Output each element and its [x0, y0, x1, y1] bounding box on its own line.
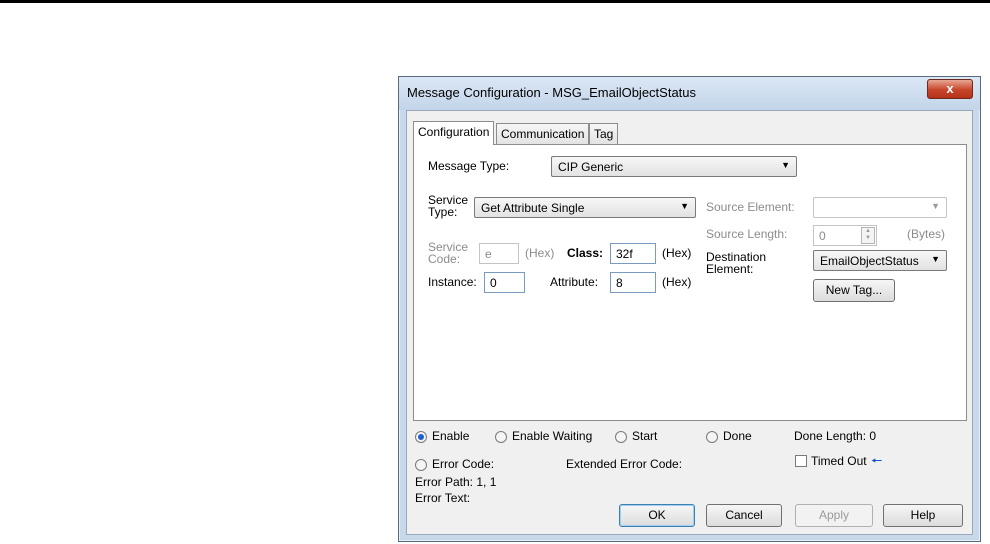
configuration-panel: Message Type: CIP Generic ▼ Service Type…	[413, 144, 967, 421]
service-type-label-line2: Type:	[428, 205, 458, 219]
tab-tag[interactable]: Tag	[589, 123, 619, 144]
enable-waiting-label: Enable Waiting	[512, 429, 593, 443]
instance-value: 0	[490, 276, 497, 290]
error-path: Error Path: 1, 1	[415, 475, 497, 489]
service-code-input[interactable]: e	[479, 243, 519, 264]
page-top-rule	[0, 0, 990, 3]
destination-label-line2: Element:	[706, 262, 754, 276]
attribute-input[interactable]: 8	[610, 272, 656, 293]
done-label: Done	[723, 429, 752, 443]
window-title: Message Configuration - MSG_EmailObjectS…	[407, 85, 697, 100]
close-icon: x	[946, 81, 954, 96]
instance-label: Instance:	[428, 275, 477, 289]
attribute-label: Attribute:	[550, 275, 599, 289]
service-type-value: Get Attribute Single	[481, 201, 585, 215]
service-type-label: Service Type:	[428, 194, 468, 218]
service-code-value: e	[485, 247, 492, 261]
error-text-label: Error Text:	[415, 491, 471, 505]
chevron-down-icon: ▼	[781, 160, 790, 170]
start-label: Start	[632, 429, 658, 443]
class-hex-unit: (Hex)	[662, 246, 692, 260]
tab-configuration-label: Configuration	[418, 125, 490, 139]
new-tag-button[interactable]: New Tag...	[813, 279, 895, 302]
timed-out-checkbox[interactable]	[795, 455, 807, 467]
instance-input[interactable]: 0	[484, 272, 525, 293]
error-code-indicator	[415, 459, 427, 471]
source-length-input[interactable]: 0 ▲ ▼	[813, 225, 877, 246]
service-type-select[interactable]: Get Attribute Single ▼	[474, 197, 696, 218]
timed-out-label: Timed Out	[811, 454, 867, 468]
source-length-value: 0	[819, 229, 826, 243]
service-code-label-line2: Code:	[428, 252, 461, 266]
class-value: 32f	[616, 247, 633, 261]
apply-button[interactable]: Apply	[795, 504, 873, 527]
done-indicator	[706, 431, 718, 443]
source-length-label: Source Length:	[706, 227, 788, 241]
message-type-value: CIP Generic	[558, 160, 624, 174]
tab-configuration[interactable]: Configuration	[413, 121, 495, 145]
spinner-arrows-icon[interactable]: ▲ ▼	[861, 227, 875, 244]
destination-element-select[interactable]: EmailObjectStatus ▼	[813, 250, 947, 271]
title-bar[interactable]: Message Configuration - MSG_EmailObjectS…	[399, 77, 980, 110]
tab-communication[interactable]: Communication	[496, 123, 590, 144]
class-input[interactable]: 32f	[610, 243, 656, 264]
chevron-down-icon: ▼	[680, 201, 689, 211]
extended-error-code-label: Extended Error Code:	[566, 457, 683, 471]
enable-label: Enable	[432, 429, 470, 443]
chevron-down-icon: ▼	[931, 254, 940, 264]
enable-indicator	[415, 431, 427, 443]
ok-button[interactable]: OK	[619, 504, 695, 527]
source-element-select[interactable]: ▼	[813, 197, 947, 218]
message-configuration-dialog: Message Configuration - MSG_EmailObjectS…	[398, 76, 981, 542]
chevron-down-icon: ▼	[931, 201, 940, 211]
service-code-label: Service Code:	[428, 241, 468, 265]
attribute-value: 8	[616, 276, 623, 290]
cancel-button[interactable]: Cancel	[706, 504, 782, 527]
tab-tag-label: Tag	[594, 127, 614, 141]
bytes-unit: (Bytes)	[907, 227, 946, 241]
destination-element-label: Destination Element:	[706, 251, 766, 275]
service-code-hex-unit: (Hex)	[525, 246, 555, 260]
enable-waiting-indicator	[495, 431, 507, 443]
source-element-label: Source Element:	[706, 200, 795, 214]
close-button[interactable]: x	[927, 79, 973, 99]
start-indicator	[615, 431, 627, 443]
arrow-left-icon: 🠔	[871, 453, 883, 468]
error-code-label: Error Code:	[432, 457, 495, 471]
message-type-label: Message Type:	[428, 159, 510, 173]
dialog-client-area: Configuration Communication Tag Message …	[406, 110, 973, 535]
done-length: Done Length: 0	[794, 429, 877, 443]
tab-communication-label: Communication	[501, 127, 585, 141]
help-button[interactable]: Help	[883, 504, 963, 527]
destination-element-value: EmailObjectStatus	[820, 254, 919, 268]
class-label: Class:	[567, 246, 604, 260]
message-type-select[interactable]: CIP Generic ▼	[551, 156, 797, 177]
attribute-hex-unit: (Hex)	[662, 275, 692, 289]
